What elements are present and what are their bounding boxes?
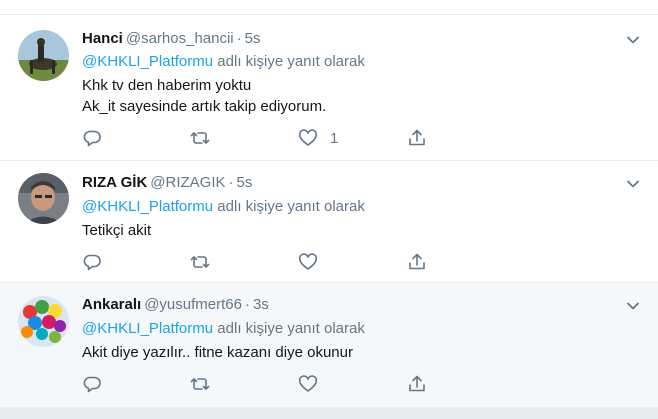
retweet-icon — [190, 378, 210, 390]
tweet-header: RIZA GİK @RIZAGIK · 5s — [82, 173, 252, 193]
retweet-icon — [190, 132, 210, 144]
tweet[interactable]: RIZA GİK @RIZAGIK · 5s @KHKLI_Platformu adl… — [0, 161, 658, 283]
display-name[interactable]: Ankaralı — [82, 296, 141, 313]
like-button[interactable] — [298, 251, 330, 273]
action-bar: 1 — [82, 127, 462, 149]
divider — [0, 407, 658, 419]
reply-icon — [83, 376, 101, 393]
action-bar — [82, 251, 462, 273]
reply-context: @KHKLI_Platformu adlı kişiye yanıt olara… — [82, 197, 365, 217]
share-icon — [409, 375, 425, 392]
chevron-down-icon[interactable] — [624, 31, 642, 49]
reply-button[interactable] — [82, 127, 102, 149]
user-handle[interactable]: @RIZAGIK — [150, 174, 225, 191]
heart-icon — [298, 129, 318, 146]
separator-dot: · — [228, 174, 234, 191]
timestamp[interactable]: 5s — [245, 30, 261, 47]
like-button[interactable]: 1 — [298, 127, 338, 149]
user-handle[interactable]: @yusufmert66 — [144, 296, 242, 313]
tweet-text-line: Khk tv den haberim yoktu — [82, 77, 252, 94]
share-button[interactable] — [407, 251, 427, 273]
separator-dot: · — [244, 296, 250, 313]
tweet[interactable]: Hanci @sarhos_hancii · 5s @KHKLI_Platformu … — [0, 15, 658, 161]
action-bar — [82, 373, 462, 395]
retweet-button[interactable] — [190, 373, 210, 395]
reply-context: @KHKLI_Platformu adlı kişiye yanıt olara… — [82, 52, 365, 72]
retweet-button[interactable] — [190, 127, 210, 149]
avatar[interactable] — [18, 296, 69, 347]
retweet-icon — [190, 256, 210, 268]
retweet-button[interactable] — [190, 251, 210, 273]
reply-context: @KHKLI_Platformu adlı kişiye yanıt olara… — [82, 319, 365, 339]
share-button[interactable] — [407, 373, 427, 395]
share-icon — [409, 253, 425, 270]
heart-icon — [298, 375, 318, 392]
user-handle[interactable]: @sarhos_hancii — [126, 30, 234, 47]
tweet-text-line: Tetikçi akit — [82, 222, 152, 239]
reply-context-suffix: adlı kişiye yanıt olarak — [217, 320, 365, 337]
reply-icon — [83, 130, 101, 147]
tweet-text-line: Ak_it sayesinde artık takip ediyorum. — [82, 98, 327, 115]
separator-dot: · — [236, 30, 242, 47]
chevron-down-icon[interactable] — [624, 297, 642, 315]
chevron-down-icon[interactable] — [624, 175, 642, 193]
heart-icon — [298, 253, 318, 270]
share-icon — [409, 129, 425, 146]
mention-link[interactable]: @KHKLI_Platformu — [82, 53, 213, 70]
like-button[interactable] — [298, 373, 330, 395]
like-count: 1 — [330, 129, 339, 147]
share-button[interactable] — [407, 127, 427, 149]
mention-link[interactable]: @KHKLI_Platformu — [82, 320, 213, 337]
reply-thread: Hanci @sarhos_hancii · 5s @KHKLI_Platformu … — [0, 0, 658, 419]
timestamp[interactable]: 3s — [253, 296, 269, 313]
tweet-header: Ankaralı @yusufmert66 · 3s — [82, 295, 269, 315]
reply-button[interactable] — [82, 373, 102, 395]
avatar[interactable] — [18, 30, 69, 81]
display-name[interactable]: RIZA GİK — [82, 174, 147, 191]
mention-link[interactable]: @KHKLI_Platformu — [82, 198, 213, 215]
avatar[interactable] — [18, 173, 69, 224]
tweet-header: Hanci @sarhos_hancii · 5s — [82, 29, 261, 49]
reply-context-suffix: adlı kişiye yanıt olarak — [217, 198, 365, 215]
tweet[interactable]: Ankaralı @yusufmert66 · 3s @KHKLI_Platformu… — [0, 283, 658, 407]
timestamp[interactable]: 5s — [237, 174, 253, 191]
reply-context-suffix: adlı kişiye yanıt olarak — [217, 53, 365, 70]
display-name[interactable]: Hanci — [82, 30, 123, 47]
reply-button[interactable] — [82, 251, 102, 273]
tweet-text-line: Akit diye yazılır.. fitne kazanı diye ok… — [82, 344, 353, 361]
reply-icon — [83, 254, 101, 271]
